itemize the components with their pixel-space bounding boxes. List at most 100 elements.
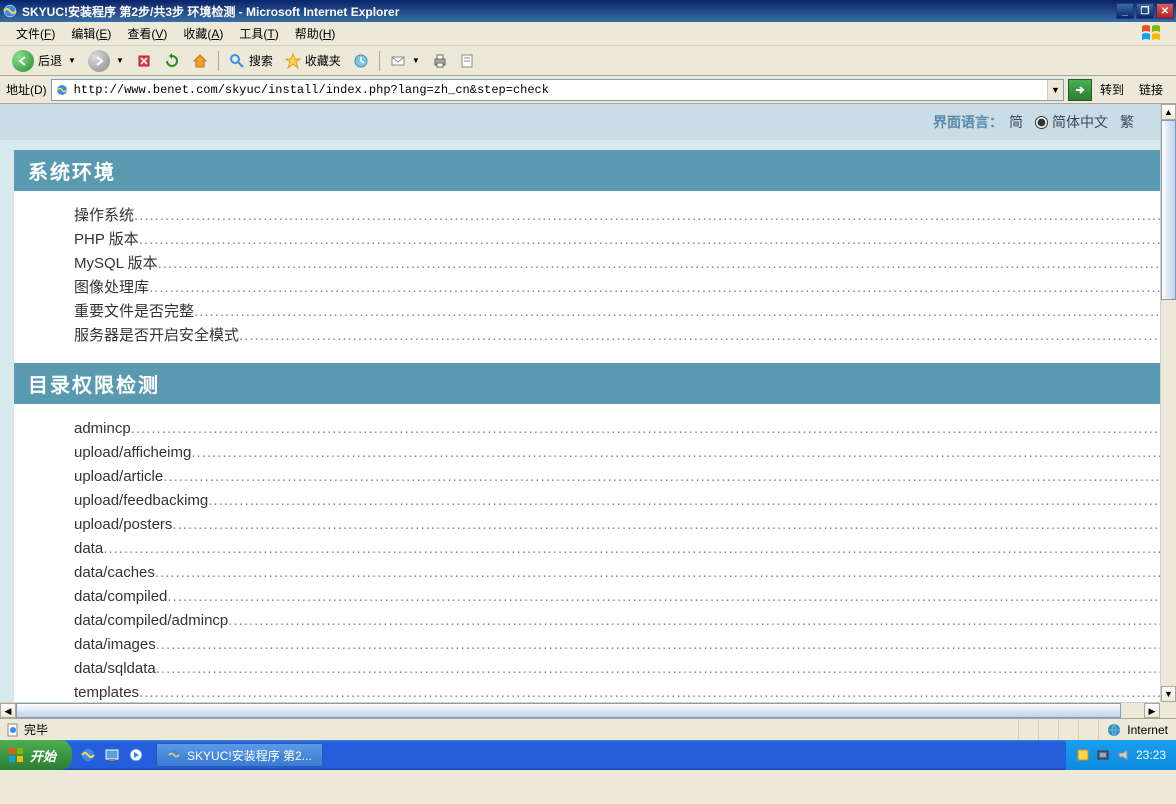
history-button[interactable]	[347, 49, 375, 73]
separator	[218, 51, 219, 71]
check-row: MySQL 版本................................…	[74, 253, 1160, 275]
check-label: data/compiled/admincp	[74, 610, 228, 632]
start-label: 开始	[30, 746, 56, 765]
stop-icon	[136, 53, 152, 69]
home-icon	[192, 53, 208, 69]
taskbar-app-button[interactable]: SKYUC!安装程序 第2...	[156, 743, 323, 767]
scroll-up-button[interactable]: ▲	[1161, 104, 1176, 120]
check-label: PHP 版本	[74, 229, 139, 251]
menu-e[interactable]: 编辑(E)	[63, 22, 119, 45]
back-button[interactable]: 后退 ▼	[6, 49, 82, 73]
dropdown-icon: ▼	[68, 56, 76, 65]
check-row: templates...............................…	[74, 682, 1160, 702]
ql-media-icon[interactable]	[126, 745, 146, 765]
scroll-right-button[interactable]: ▶	[1144, 703, 1160, 718]
minimize-button[interactable]: _	[1116, 3, 1134, 19]
check-row: upload/article..........................…	[74, 466, 1160, 488]
back-icon	[12, 50, 34, 72]
check-label: 服务器是否开启安全模式	[74, 325, 239, 347]
start-button[interactable]: 开始	[0, 740, 72, 770]
taskbar: 开始 SKYUC!安装程序 第2... 23:23	[0, 740, 1176, 770]
check-row: 图像处理库...................................…	[74, 277, 1160, 299]
lang-option-simp[interactable]: 简体中文	[1035, 112, 1108, 132]
check-row: data/compiled/admincp...................…	[74, 610, 1160, 632]
check-row: upload/posters..........................…	[74, 514, 1160, 536]
check-label: upload/posters	[74, 514, 172, 536]
mail-icon	[390, 53, 406, 69]
address-bar: 地址(D) ▼ 转到 链接	[0, 76, 1176, 104]
ie-page-icon	[54, 82, 70, 98]
check-label: upload/article	[74, 466, 163, 488]
check-label: 图像处理库	[74, 277, 149, 299]
stop-button[interactable]	[130, 49, 158, 73]
go-arrow-icon	[1073, 83, 1087, 97]
star-icon	[285, 53, 301, 69]
tray-icon-2[interactable]	[1096, 748, 1110, 762]
forward-button[interactable]: ▼	[82, 49, 130, 73]
lang-option-simp-short[interactable]: 简	[1009, 112, 1023, 132]
refresh-button[interactable]	[158, 49, 186, 73]
url-dropdown-button[interactable]: ▼	[1047, 80, 1063, 100]
section-env-header: 系统环境	[14, 150, 1160, 191]
perm-check-list: admincp.................................…	[14, 404, 1160, 702]
separator	[379, 51, 380, 71]
horizontal-scrollbar[interactable]: ◀ ▶	[0, 702, 1160, 718]
menu-h[interactable]: 帮助(H)	[287, 22, 344, 45]
status-bar: 完毕 Internet	[0, 718, 1176, 740]
scroll-down-button[interactable]: ▼	[1161, 686, 1176, 702]
favorites-button[interactable]: 收藏夹	[279, 49, 347, 73]
browser-viewport: 界面语言： 简 简体中文 繁 系统环境 操作系统................…	[0, 104, 1176, 718]
url-input[interactable]	[72, 83, 1047, 97]
lang-radio-simp[interactable]	[1035, 116, 1048, 129]
check-label: templates	[74, 682, 139, 702]
ql-ie-icon[interactable]	[78, 745, 98, 765]
xp-flag-icon	[1140, 24, 1172, 44]
edit-button[interactable]	[454, 49, 482, 73]
back-label: 后退	[38, 52, 62, 69]
tray-icon-1[interactable]	[1076, 748, 1090, 762]
menu-v[interactable]: 查看(V)	[119, 22, 175, 45]
menu-f[interactable]: 文件(F)	[8, 22, 63, 45]
vertical-scrollbar[interactable]: ▲ ▼	[1160, 104, 1176, 702]
quick-launch	[72, 745, 152, 765]
print-button[interactable]	[426, 49, 454, 73]
maximize-button[interactable]: ❐	[1136, 3, 1154, 19]
check-row: 操作系统....................................…	[74, 205, 1160, 227]
check-label: data/caches	[74, 562, 155, 584]
print-icon	[432, 53, 448, 69]
mail-button[interactable]: ▼	[384, 49, 426, 73]
status-text-panel: 完毕	[0, 719, 1019, 740]
search-label: 搜索	[249, 52, 273, 69]
ql-desktop-icon[interactable]	[102, 745, 122, 765]
env-check-list: 操作系统....................................…	[14, 191, 1160, 363]
check-label: data/sqldata	[74, 658, 156, 680]
taskbar-app-label: SKYUC!安装程序 第2...	[187, 747, 312, 764]
history-icon	[353, 53, 369, 69]
dropdown-icon: ▼	[116, 56, 124, 65]
close-button[interactable]: ✕	[1156, 3, 1174, 19]
menu-t[interactable]: 工具(T)	[231, 22, 286, 45]
lang-option-trad[interactable]: 繁	[1120, 112, 1134, 132]
scroll-thumb-v[interactable]	[1161, 120, 1176, 300]
tray-icon-3[interactable]	[1116, 748, 1130, 762]
forward-icon	[88, 50, 110, 72]
check-label: upload/feedbackimg	[74, 490, 208, 512]
done-icon	[6, 723, 20, 737]
language-bar: 界面语言： 简 简体中文 繁	[0, 104, 1160, 140]
links-button[interactable]: 链接	[1132, 80, 1170, 99]
scroll-thumb-h[interactable]	[16, 703, 1121, 718]
check-row: 服务器是否开启安全模式.............................…	[74, 325, 1160, 347]
scroll-left-button[interactable]: ◀	[0, 703, 16, 718]
go-label: 转到	[1096, 81, 1128, 98]
check-row: data/sqldata............................…	[74, 658, 1160, 680]
go-button[interactable]	[1068, 79, 1092, 101]
search-button[interactable]: 搜索	[223, 49, 279, 73]
language-label: 界面语言：	[933, 112, 1003, 132]
section-perm-header: 目录权限检测	[14, 363, 1160, 404]
home-button[interactable]	[186, 49, 214, 73]
check-row: admincp.................................…	[74, 418, 1160, 440]
check-label: admincp	[74, 418, 131, 440]
ie-icon	[2, 3, 18, 19]
clock[interactable]: 23:23	[1136, 748, 1166, 762]
menu-a[interactable]: 收藏(A)	[175, 22, 231, 45]
